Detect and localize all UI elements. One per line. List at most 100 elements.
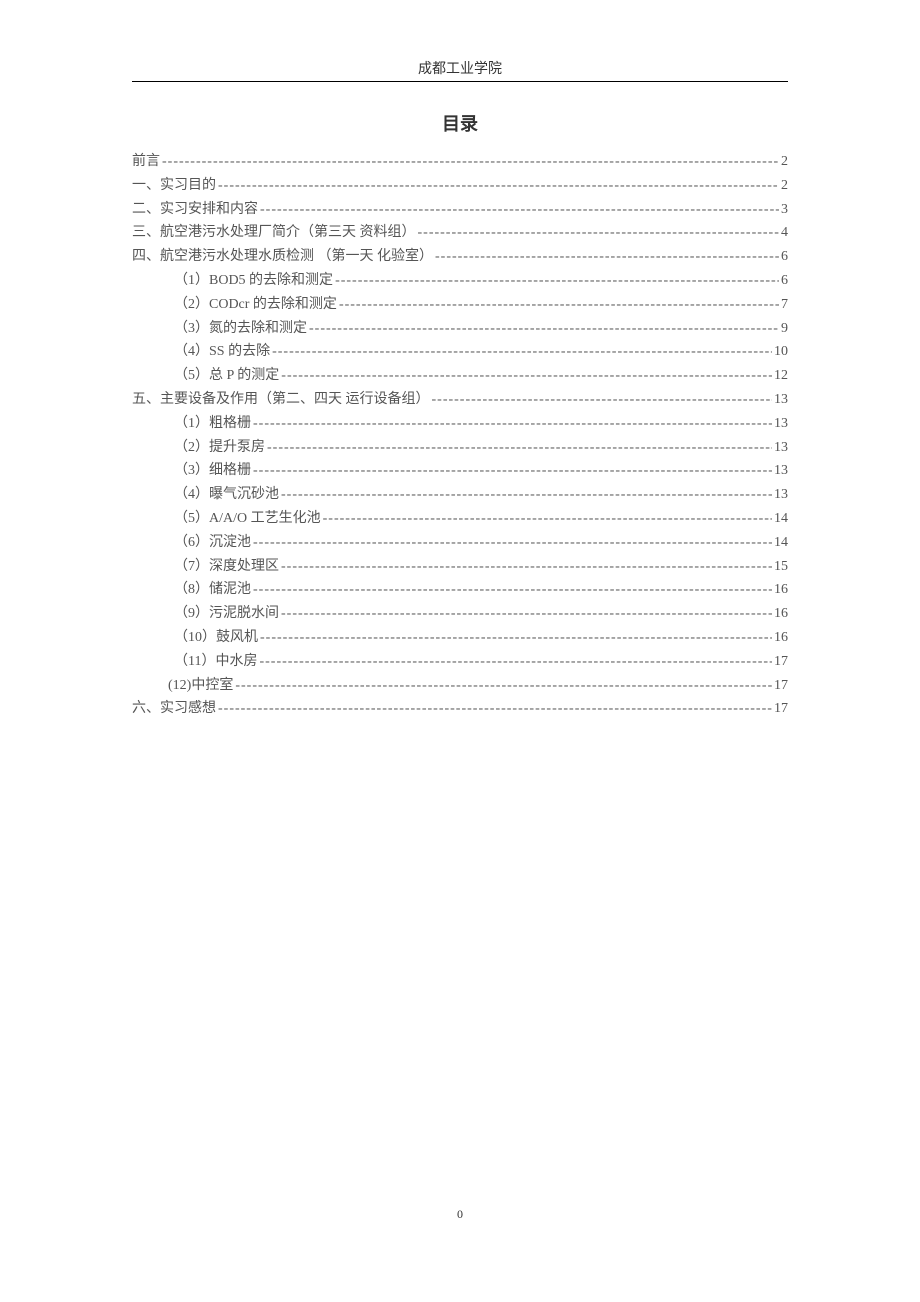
toc-entry-label: 前言 [132,150,160,174]
toc-entry: （5）A/A/O 工艺生化池 14 [132,507,788,531]
toc-entry-page: 2 [781,174,788,198]
toc-entry: 六、实习感想 17 [132,697,788,721]
toc-entry-page: 9 [781,317,788,341]
toc-entry-page: 17 [774,674,788,698]
toc-leader [309,317,779,341]
toc-entry: （5）总 P 的测定 12 [132,364,788,388]
toc-entry-page: 3 [781,198,788,222]
toc-entry-label: 一、实习目的 [132,174,216,198]
toc-leader [253,578,772,602]
toc-entry: （7）深度处理区 15 [132,555,788,579]
toc-leader [281,555,772,579]
toc-entry: （3）细格栅 13 [132,459,788,483]
toc-leader [260,198,779,222]
toc-entry-page: 6 [781,269,788,293]
toc-entry: （9）污泥脱水间 16 [132,602,788,626]
toc-leader [435,245,779,269]
toc-entry-label: 四、航空港污水处理水质检测 （第一天 化验室） [132,245,433,269]
toc-entry: （6）沉淀池 14 [132,531,788,555]
toc-entry-label: （5）A/A/O 工艺生化池 [174,507,321,531]
toc-leader [162,150,779,174]
toc-entry-page: 14 [774,531,788,555]
toc-entry-label: （11）中水房 [174,650,257,674]
toc-leader [281,483,772,507]
toc-entry-page: 16 [774,626,788,650]
toc-entry-label: （6）沉淀池 [174,531,251,555]
toc-leader [218,174,779,198]
toc-entry: （2）提升泵房 13 [132,436,788,460]
toc-entry-label: （3）氮的去除和测定 [174,317,307,341]
toc-entry-label: (12)中控室 [168,674,233,698]
toc-leader [259,650,772,674]
toc-entry-label: 六、实习感想 [132,697,216,721]
toc-entry: 三、航空港污水处理厂简介（第三天 资料组） 4 [132,221,788,245]
toc-entry-page: 15 [774,555,788,579]
toc-entry-label: （2）CODcr 的去除和测定 [174,293,337,317]
toc-leader [281,602,772,626]
toc-entry-page: 16 [774,602,788,626]
toc-entry-label: 五、主要设备及作用（第二、四天 运行设备组） [132,388,430,412]
toc-leader [418,221,780,245]
toc-entry-page: 17 [774,650,788,674]
toc-entry-page: 13 [774,412,788,436]
toc-entry: 一、实习目的 2 [132,174,788,198]
toc-leader [323,507,772,531]
toc-entry-label: 三、航空港污水处理厂简介（第三天 资料组） [132,221,416,245]
toc-leader [218,697,772,721]
toc-leader [281,364,772,388]
toc-entry: (12)中控室 17 [132,674,788,698]
toc-leader [335,269,779,293]
page-header: 成都工业学院 [132,0,788,82]
toc-entry-page: 13 [774,388,788,412]
toc-entry-page: 2 [781,150,788,174]
toc-entry-label: （2）提升泵房 [174,436,265,460]
toc-leader [253,459,772,483]
toc-entry: 五、主要设备及作用（第二、四天 运行设备组） 13 [132,388,788,412]
toc-entry-page: 14 [774,507,788,531]
toc-entry-label: （4）曝气沉砂池 [174,483,279,507]
toc-leader [339,293,779,317]
toc-entry-label: 二、实习安排和内容 [132,198,258,222]
toc-entry: （8）储泥池16 [132,578,788,602]
toc-entry-label: （3）细格栅 [174,459,251,483]
toc-entry: 前言 2 [132,150,788,174]
toc-entry: 四、航空港污水处理水质检测 （第一天 化验室） 6 [132,245,788,269]
toc-entry: （4）SS 的去除 10 [132,340,788,364]
toc-container: 前言2一、实习目的2二、实习安排和内容3三、航空港污水处理厂简介（第三天 资料组… [132,150,788,721]
toc-entry-label: （7）深度处理区 [174,555,279,579]
footer-page-number: 0 [0,1207,920,1222]
toc-entry: （4）曝气沉砂池 13 [132,483,788,507]
header-text: 成都工业学院 [418,62,502,77]
toc-entry-page: 13 [774,436,788,460]
toc-leader [235,674,772,698]
toc-leader [253,531,772,555]
toc-leader [432,388,773,412]
toc-entry: （3）氮的去除和测定 9 [132,317,788,341]
toc-entry-label: （4）SS 的去除 [174,340,270,364]
toc-entry-page: 10 [774,340,788,364]
toc-entry-label: （5）总 P 的测定 [174,364,279,388]
toc-entry-page: 13 [774,483,788,507]
toc-entry-page: 17 [774,697,788,721]
toc-entry-label: （1）粗格栅 [174,412,251,436]
toc-entry-page: 7 [781,293,788,317]
toc-entry-page: 6 [781,245,788,269]
toc-leader [253,412,772,436]
toc-entry-page: 4 [781,221,788,245]
toc-entry-label: （1）BOD5 的去除和测定 [174,269,333,293]
toc-entry-page: 12 [774,364,788,388]
toc-entry-label: （9）污泥脱水间 [174,602,279,626]
toc-entry: （11）中水房 17 [132,650,788,674]
toc-title: 目录 [0,110,920,136]
toc-entry-page: 13 [774,459,788,483]
toc-leader [260,626,772,650]
toc-entry: （10）鼓风机 16 [132,626,788,650]
toc-entry: （2）CODcr 的去除和测定 7 [132,293,788,317]
toc-leader [272,340,772,364]
toc-entry-label: （10）鼓风机 [174,626,258,650]
toc-leader [267,436,772,460]
toc-entry: （1）粗格栅 13 [132,412,788,436]
toc-entry: （1）BOD5 的去除和测定 6 [132,269,788,293]
toc-entry: 二、实习安排和内容 3 [132,198,788,222]
toc-entry-page: 16 [774,578,788,602]
